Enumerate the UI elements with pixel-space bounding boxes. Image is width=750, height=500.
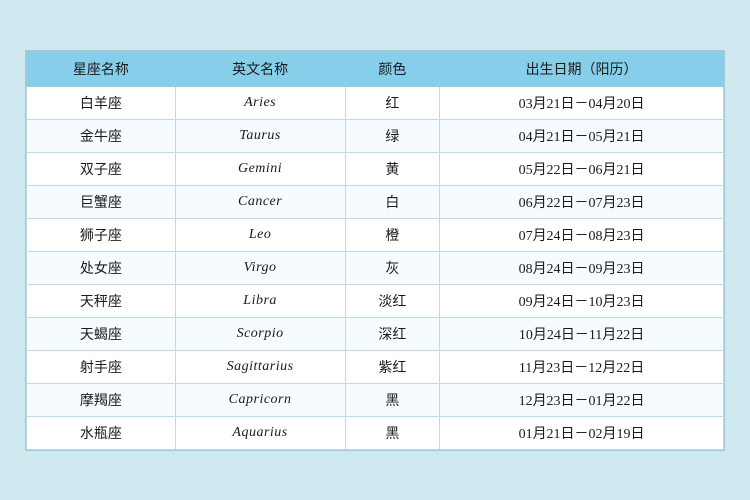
cell-chinese-name: 处女座	[27, 251, 176, 284]
cell-chinese-name: 射手座	[27, 350, 176, 383]
zodiac-table: 星座名称 英文名称 颜色 出生日期（阳历） 白羊座Aries红03月21日－04…	[26, 51, 724, 450]
cell-chinese-name: 白羊座	[27, 86, 176, 119]
cell-english-name: Scorpio	[175, 317, 345, 350]
cell-color: 橙	[345, 218, 440, 251]
cell-dates: 07月24日－08月23日	[440, 218, 724, 251]
cell-chinese-name: 水瓶座	[27, 416, 176, 449]
header-color: 颜色	[345, 51, 440, 86]
cell-dates: 08月24日－09月23日	[440, 251, 724, 284]
cell-dates: 10月24日－11月22日	[440, 317, 724, 350]
cell-color: 白	[345, 185, 440, 218]
cell-chinese-name: 摩羯座	[27, 383, 176, 416]
cell-english-name: Sagittarius	[175, 350, 345, 383]
cell-english-name: Gemini	[175, 152, 345, 185]
cell-dates: 09月24日－10月23日	[440, 284, 724, 317]
table-row: 天秤座Libra淡红09月24日－10月23日	[27, 284, 724, 317]
cell-english-name: Leo	[175, 218, 345, 251]
cell-english-name: Libra	[175, 284, 345, 317]
table-row: 天蝎座Scorpio深红10月24日－11月22日	[27, 317, 724, 350]
header-english-name: 英文名称	[175, 51, 345, 86]
cell-dates: 12月23日－01月22日	[440, 383, 724, 416]
cell-english-name: Aquarius	[175, 416, 345, 449]
cell-color: 灰	[345, 251, 440, 284]
cell-color: 绿	[345, 119, 440, 152]
zodiac-table-container: 星座名称 英文名称 颜色 出生日期（阳历） 白羊座Aries红03月21日－04…	[25, 50, 725, 451]
table-row: 射手座Sagittarius紫红11月23日－12月22日	[27, 350, 724, 383]
header-dates: 出生日期（阳历）	[440, 51, 724, 86]
cell-color: 黑	[345, 416, 440, 449]
cell-chinese-name: 双子座	[27, 152, 176, 185]
cell-chinese-name: 天蝎座	[27, 317, 176, 350]
cell-dates: 06月22日－07月23日	[440, 185, 724, 218]
cell-english-name: Taurus	[175, 119, 345, 152]
table-row: 摩羯座Capricorn黑12月23日－01月22日	[27, 383, 724, 416]
header-chinese-name: 星座名称	[27, 51, 176, 86]
cell-chinese-name: 金牛座	[27, 119, 176, 152]
cell-color: 深红	[345, 317, 440, 350]
cell-english-name: Capricorn	[175, 383, 345, 416]
cell-chinese-name: 巨蟹座	[27, 185, 176, 218]
table-row: 狮子座Leo橙07月24日－08月23日	[27, 218, 724, 251]
table-row: 巨蟹座Cancer白06月22日－07月23日	[27, 185, 724, 218]
cell-dates: 01月21日－02月19日	[440, 416, 724, 449]
cell-dates: 03月21日－04月20日	[440, 86, 724, 119]
cell-english-name: Cancer	[175, 185, 345, 218]
cell-color: 淡红	[345, 284, 440, 317]
cell-chinese-name: 狮子座	[27, 218, 176, 251]
cell-color: 黑	[345, 383, 440, 416]
table-row: 水瓶座Aquarius黑01月21日－02月19日	[27, 416, 724, 449]
cell-english-name: Virgo	[175, 251, 345, 284]
table-row: 白羊座Aries红03月21日－04月20日	[27, 86, 724, 119]
table-row: 双子座Gemini黄05月22日－06月21日	[27, 152, 724, 185]
table-row: 处女座Virgo灰08月24日－09月23日	[27, 251, 724, 284]
cell-color: 红	[345, 86, 440, 119]
table-header-row: 星座名称 英文名称 颜色 出生日期（阳历）	[27, 51, 724, 86]
cell-color: 紫红	[345, 350, 440, 383]
cell-color: 黄	[345, 152, 440, 185]
table-row: 金牛座Taurus绿04月21日－05月21日	[27, 119, 724, 152]
cell-dates: 05月22日－06月21日	[440, 152, 724, 185]
cell-english-name: Aries	[175, 86, 345, 119]
table-body: 白羊座Aries红03月21日－04月20日金牛座Taurus绿04月21日－0…	[27, 86, 724, 449]
cell-dates: 11月23日－12月22日	[440, 350, 724, 383]
cell-dates: 04月21日－05月21日	[440, 119, 724, 152]
cell-chinese-name: 天秤座	[27, 284, 176, 317]
